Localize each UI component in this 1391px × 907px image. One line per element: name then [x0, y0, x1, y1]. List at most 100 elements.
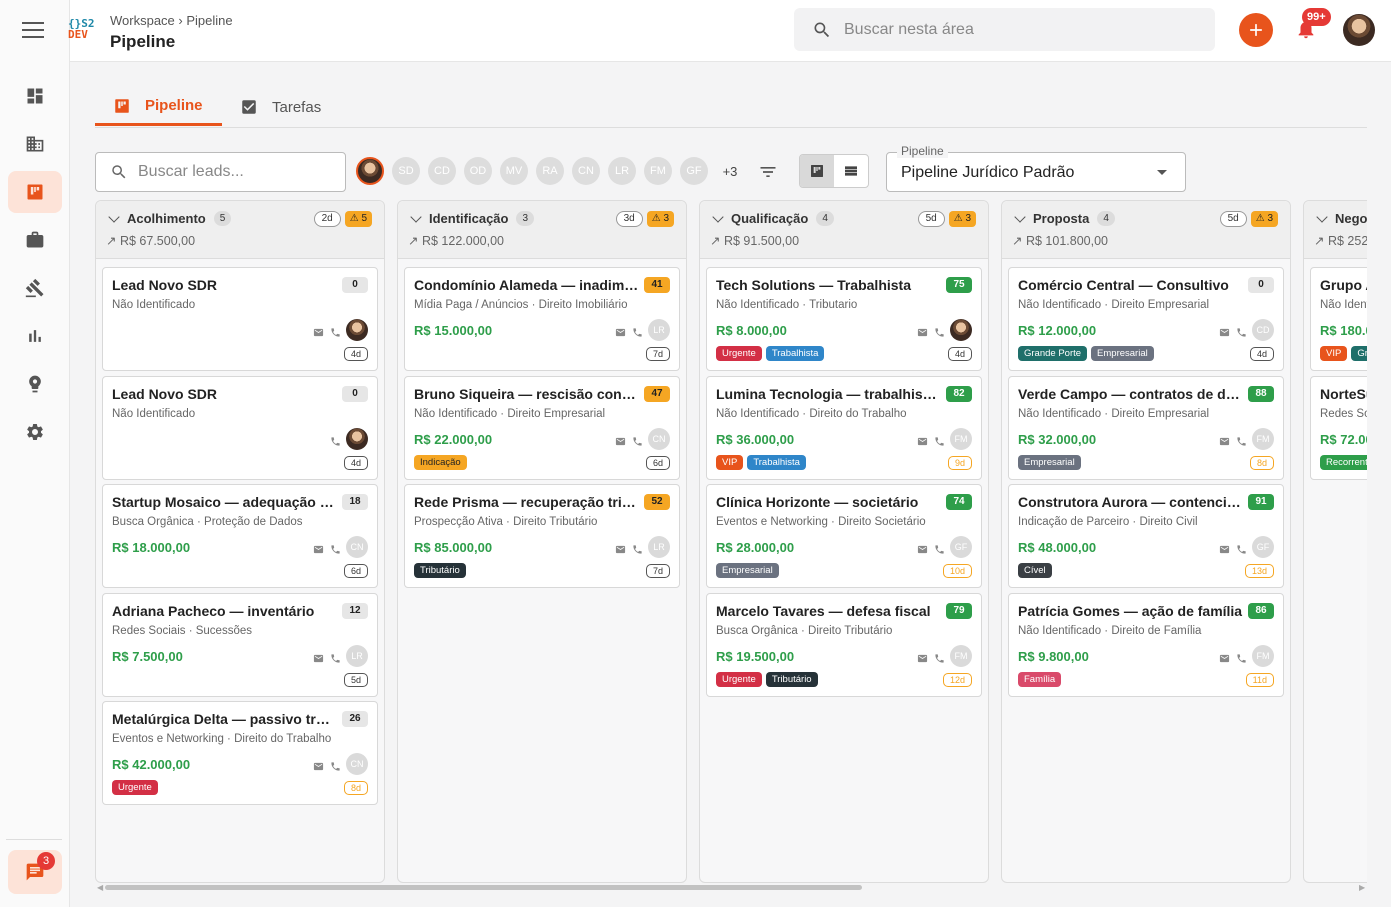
scroll-left-icon[interactable]: ◀: [97, 883, 103, 892]
owner-avatar[interactable]: FM: [950, 644, 972, 667]
owner-avatar[interactable]: CD: [1252, 319, 1274, 341]
phone-icon[interactable]: [330, 651, 341, 669]
briefcase-icon[interactable]: [8, 219, 62, 261]
phone-icon[interactable]: [330, 325, 341, 343]
phone-icon[interactable]: [1236, 651, 1247, 669]
pipeline-select[interactable]: Pipeline Pipeline Jurídico Padrão: [886, 144, 1186, 192]
chevron-down-icon[interactable]: [410, 210, 422, 223]
owner-avatar[interactable]: LR: [648, 319, 670, 341]
email-icon[interactable]: [1219, 542, 1230, 560]
phone-icon[interactable]: [1236, 542, 1247, 560]
lead-card[interactable]: Comércio Central — Consultivo 0 Não Identi…: [1008, 267, 1284, 371]
tab-tarefas[interactable]: Tarefas: [240, 88, 321, 126]
owner-avatar[interactable]: CN: [346, 536, 368, 558]
owner-avatar[interactable]: GF: [1252, 536, 1274, 558]
list-view-button[interactable]: [834, 155, 868, 187]
lead-card[interactable]: Clínica Horizonte — societário 74 Eventos …: [706, 484, 982, 588]
email-icon[interactable]: [615, 325, 626, 343]
phone-icon[interactable]: [632, 434, 643, 452]
phone-icon[interactable]: [1236, 434, 1247, 452]
phone-icon[interactable]: [330, 542, 341, 560]
column-header[interactable]: Proposta 4 5d ⚠ 3 ↗ R$ 101.800,00: [1002, 201, 1290, 259]
owner-avatar[interactable]: FM: [1252, 427, 1274, 450]
user-avatar[interactable]: [1343, 14, 1375, 46]
lead-card[interactable]: Patrícia Gomes — ação de família 86 Não Id…: [1008, 592, 1284, 697]
column-header[interactable]: Qualificação 4 5d ⚠ 3 ↗ R$ 91.500,00: [700, 201, 988, 259]
email-icon[interactable]: [1219, 651, 1230, 669]
breadcrumb[interactable]: Workspace › Pipeline: [110, 13, 233, 28]
owner-filter-ra[interactable]: RA: [536, 157, 564, 185]
column-header[interactable]: Identificação 3 3d ⚠ 3 ↗ R$ 122.000,00: [398, 201, 686, 259]
warning-badge[interactable]: ⚠ 3: [1250, 211, 1278, 227]
phone-icon[interactable]: [934, 651, 945, 669]
tab-pipeline[interactable]: Pipeline: [95, 88, 222, 126]
email-icon[interactable]: [917, 542, 928, 560]
email-icon[interactable]: [615, 434, 626, 452]
building-icon[interactable]: [8, 123, 62, 165]
phone-icon[interactable]: [934, 542, 945, 560]
lead-card[interactable]: Lumina Tecnologia — trabalhista coletivo…: [706, 375, 982, 480]
bar-chart-icon[interactable]: [8, 315, 62, 357]
column-header[interactable]: Negociação ↗ R$ 252.000,00: [1304, 201, 1367, 259]
owner-avatar[interactable]: LR: [346, 644, 368, 667]
lead-card[interactable]: Startup Mosaico — adequação LGPD 18 Busca …: [102, 484, 378, 588]
owner-avatar[interactable]: LR: [648, 536, 670, 558]
chevron-down-icon[interactable]: [712, 210, 724, 223]
owner-filter-fm[interactable]: FM: [644, 157, 672, 185]
lead-card[interactable]: Marcelo Tavares — defesa fiscal 79 Busca O…: [706, 592, 982, 697]
lead-card[interactable]: NorteSul Redes Sociais R$ 72.000,00 Recorre…: [1310, 375, 1367, 480]
owner-filter-lr[interactable]: LR: [608, 157, 636, 185]
owner-filter-me[interactable]: [356, 157, 384, 185]
horizontal-scrollbar[interactable]: [105, 885, 862, 890]
owner-avatar[interactable]: FM: [1252, 644, 1274, 667]
owner-avatar[interactable]: [950, 319, 972, 341]
add-button[interactable]: [1239, 13, 1273, 47]
email-icon[interactable]: [917, 434, 928, 452]
email-icon[interactable]: [917, 325, 928, 343]
phone-icon[interactable]: [934, 325, 945, 343]
lead-card[interactable]: Rede Prisma — recuperação tributária 52 Pr…: [404, 484, 680, 588]
lead-card[interactable]: Condomínio Alameda — inadimplência 41 Mídi…: [404, 267, 680, 371]
owner-filter-cn[interactable]: CN: [572, 157, 600, 185]
lead-card[interactable]: Lead Novo SDR 0 Não Identificado 4d: [102, 267, 378, 371]
owner-filter-od[interactable]: OD: [464, 157, 492, 185]
chevron-down-icon[interactable]: [108, 210, 120, 223]
lead-card[interactable]: Metalúrgica Delta — passivo trabalhista 2…: [102, 701, 378, 805]
owner-avatar[interactable]: CN: [648, 427, 670, 450]
owner-avatar[interactable]: [346, 319, 368, 341]
more-owners-button[interactable]: +3: [717, 157, 743, 185]
gear-icon[interactable]: [8, 411, 62, 453]
lead-card[interactable]: Construtora Aurora — contencioso cível 91…: [1008, 484, 1284, 588]
owner-avatar[interactable]: [346, 427, 368, 450]
lead-card[interactable]: Adriana Pacheco — inventário 12 Redes Soci…: [102, 592, 378, 697]
owner-avatar[interactable]: CN: [346, 753, 368, 775]
lead-card[interactable]: Lead Novo SDR 0 Não Identificado 4d: [102, 375, 378, 480]
global-search-input[interactable]: Buscar nesta área: [794, 8, 1215, 51]
filter-icon[interactable]: [758, 162, 778, 182]
column-header[interactable]: Acolhimento 5 2d ⚠ 5 ↗ R$ 67.500,00: [96, 201, 384, 259]
settings-person-icon[interactable]: [8, 363, 62, 405]
lead-card[interactable]: Verde Campo — contratos de distribuição 8…: [1008, 375, 1284, 480]
phone-icon[interactable]: [330, 434, 341, 452]
owner-avatar[interactable]: FM: [950, 427, 972, 450]
owner-filter-gf[interactable]: GF: [680, 157, 708, 185]
owner-filter-mv[interactable]: MV: [500, 157, 528, 185]
phone-icon[interactable]: [934, 434, 945, 452]
gavel-icon[interactable]: [8, 267, 62, 309]
phone-icon[interactable]: [632, 325, 643, 343]
dashboard-icon[interactable]: [8, 75, 62, 117]
owner-avatar[interactable]: GF: [950, 536, 972, 558]
email-icon[interactable]: [615, 542, 626, 560]
chevron-down-icon[interactable]: [1014, 210, 1026, 223]
email-icon[interactable]: [1219, 325, 1230, 343]
email-icon[interactable]: [313, 542, 324, 560]
lead-search-input[interactable]: Buscar leads...: [95, 152, 346, 192]
warning-badge[interactable]: ⚠ 3: [646, 211, 674, 227]
owner-filter-sd[interactable]: SD: [392, 157, 420, 185]
chevron-down-icon[interactable]: [1316, 210, 1328, 223]
owner-filter-cd[interactable]: CD: [428, 157, 456, 185]
warning-badge[interactable]: ⚠ 5: [344, 211, 372, 227]
phone-icon[interactable]: [1236, 325, 1247, 343]
lead-card[interactable]: Bruno Siqueira — rescisão contratual 47 Nã…: [404, 375, 680, 480]
lead-card[interactable]: Grupo Atlas Não Identificado R$ 180.000,00…: [1310, 267, 1367, 371]
